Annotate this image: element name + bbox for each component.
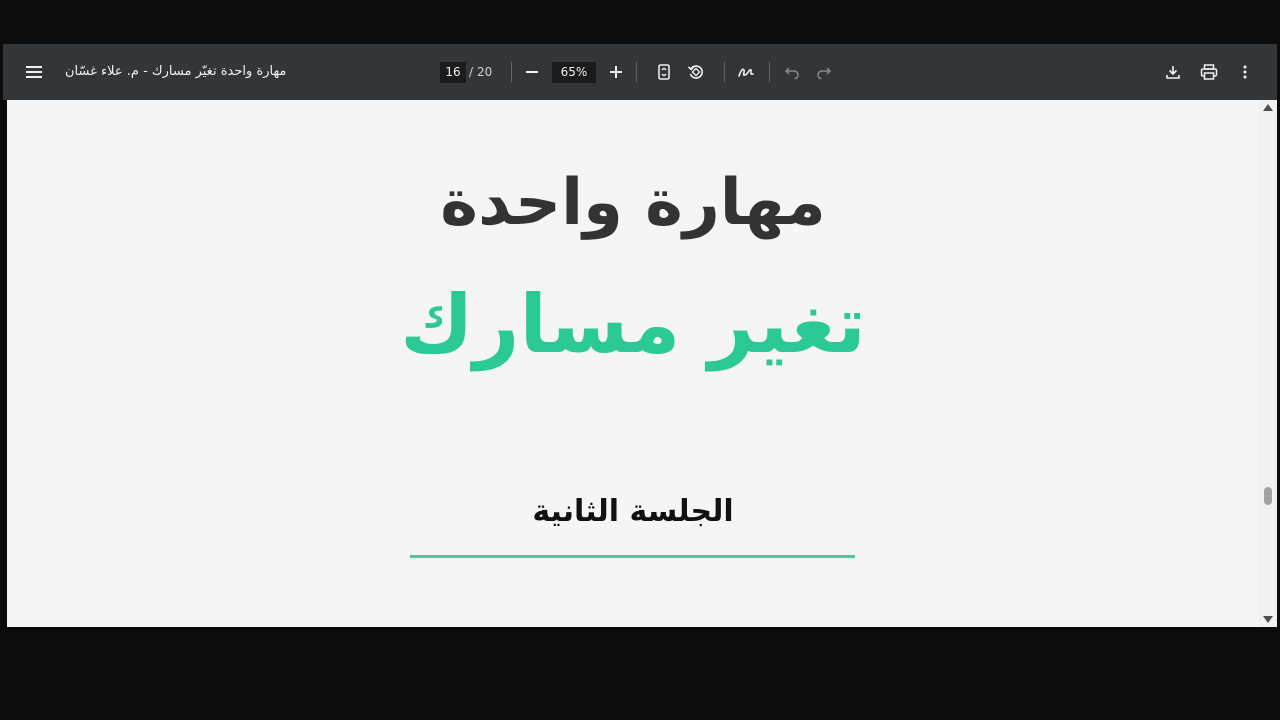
document-heading-line1: مهارة واحدة <box>440 166 826 240</box>
print-button[interactable] <box>1195 58 1223 86</box>
toolbar-divider <box>724 62 725 82</box>
more-options-button[interactable] <box>1231 58 1259 86</box>
toolbar: مهارة واحدة تغيّر مسارك - م. علاء غسّان … <box>3 44 1277 100</box>
zoom-level-input[interactable]: 65% <box>552 62 596 83</box>
annotate-button[interactable] <box>732 58 760 86</box>
scroll-down-arrow-icon[interactable] <box>1263 616 1273 623</box>
pen-annotate-icon <box>738 68 754 77</box>
zoom-out-button[interactable] <box>518 58 546 86</box>
toolbar-divider <box>636 62 637 82</box>
minus-icon <box>526 71 538 73</box>
download-icon <box>1166 66 1180 79</box>
redo-icon <box>817 67 832 79</box>
document-title: مهارة واحدة تغيّر مسارك - م. علاء غسّان <box>65 64 287 79</box>
menu-button[interactable] <box>20 58 48 86</box>
print-icon <box>1200 64 1218 80</box>
more-vertical-icon <box>1243 65 1247 79</box>
page-separator: / <box>469 65 474 79</box>
undo-icon <box>784 67 799 79</box>
letterbox-bottom <box>0 627 1280 720</box>
plus-icon <box>610 66 622 78</box>
download-button[interactable] <box>1159 58 1187 86</box>
scrollbar-thumb[interactable] <box>1264 487 1272 505</box>
toolbar-divider <box>769 62 770 82</box>
redo-button[interactable] <box>810 58 838 86</box>
rotate-icon <box>687 65 703 79</box>
fit-to-page-button[interactable] <box>650 58 678 86</box>
toolbar-divider <box>511 62 512 82</box>
vertical-scrollbar[interactable] <box>1259 100 1277 627</box>
fit-to-page-icon <box>658 64 670 80</box>
session-subtitle: الجلسة الثانية <box>532 494 734 529</box>
document-heading-line2: تغير مسارك <box>400 278 866 371</box>
scroll-up-arrow-icon[interactable] <box>1263 104 1273 111</box>
letterbox-top <box>0 0 1280 44</box>
page-number-input[interactable]: 16 <box>440 62 466 83</box>
pdf-viewer: مهارة واحدة تغيّر مسارك - م. علاء غسّان … <box>3 44 1277 627</box>
hamburger-menu-icon <box>26 66 42 78</box>
rotate-button[interactable] <box>682 58 710 86</box>
zoom-in-button[interactable] <box>602 58 630 86</box>
page-total: 20 <box>477 65 493 79</box>
pdf-page: مهارة واحدة تغير مسارك الجلسة الثانية <box>7 100 1259 627</box>
green-underline-rule <box>410 555 855 558</box>
undo-button[interactable] <box>778 58 806 86</box>
